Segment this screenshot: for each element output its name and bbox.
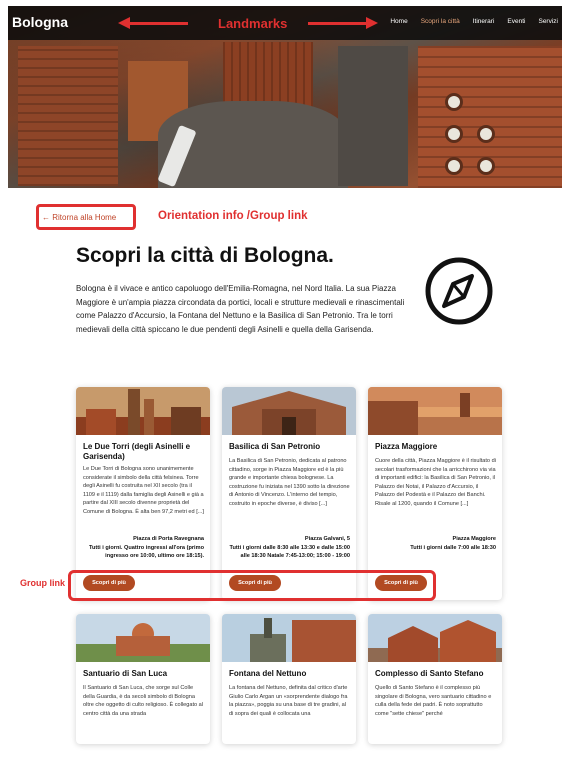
card-description: La fontana del Nettuno, definita dal cri… bbox=[229, 685, 348, 717]
card-description: La Basilica di San Petronio, dedicata al… bbox=[229, 458, 350, 507]
card-description: Quello di Santo Stefano è il complesso p… bbox=[375, 685, 492, 717]
card-description: Il Santuario di San Luca, che sorge sul … bbox=[83, 685, 204, 717]
annotation-orientation: Orientation info /Group link bbox=[158, 210, 308, 222]
hero-window bbox=[480, 128, 492, 140]
hero-window bbox=[448, 96, 460, 108]
navbar: Bologna Landmarks Home Scopri la città I… bbox=[8, 6, 562, 40]
compass-icon bbox=[425, 257, 493, 325]
card-san-petronio: Basilica di San Petronio La Basilica di … bbox=[222, 387, 356, 600]
annotation-group-link: Group link bbox=[20, 578, 65, 588]
card-santo-stefano: Complesso di Santo Stefano Quello di San… bbox=[368, 614, 502, 744]
nav-item-home[interactable]: Home bbox=[390, 18, 407, 25]
card-description: Le Due Torri di Bologna sono unanimement… bbox=[83, 466, 204, 515]
intro-text: Bologna è il vivace e antico capoluogo d… bbox=[76, 284, 405, 334]
nav-item-scopri-la-citta[interactable]: Scopri la città bbox=[421, 18, 460, 25]
hero-building bbox=[18, 46, 118, 186]
card-title: Piazza Maggiore bbox=[375, 442, 438, 451]
nav-item-eventi[interactable]: Eventi bbox=[507, 18, 525, 25]
page-title: Scopri la città di Bologna. bbox=[76, 244, 334, 267]
main-nav: Home Scopri la città Itinerari Eventi Se… bbox=[390, 18, 558, 25]
card-title: Le Due Torri (degli Asinelli e Garisenda… bbox=[83, 442, 191, 461]
card-address: Piazza Galvani, 5 bbox=[304, 536, 350, 542]
annotation-arrow-left-icon bbox=[118, 17, 188, 29]
card-image-piazza-maggiore bbox=[368, 387, 502, 435]
card-title: Basilica di San Petronio bbox=[229, 442, 321, 451]
card-title: Santuario di San Luca bbox=[83, 669, 168, 678]
nav-item-servizi[interactable]: Servizi bbox=[538, 18, 558, 25]
annotation-landmarks: Landmarks bbox=[218, 16, 288, 31]
hero-building bbox=[338, 46, 408, 186]
card-san-luca: Santuario di San Luca Il Santuario di Sa… bbox=[76, 614, 210, 744]
annotation-arrow-right-icon bbox=[308, 17, 378, 29]
card-address: Piazza Maggiore bbox=[452, 536, 496, 542]
brand-logo[interactable]: Bologna bbox=[12, 14, 68, 30]
hero-window bbox=[448, 160, 460, 172]
nav-item-itinerari[interactable]: Itinerari bbox=[473, 18, 495, 25]
card-image-due-torri bbox=[76, 387, 210, 435]
card-piazza-maggiore: Piazza Maggiore Cuore della città, Piazz… bbox=[368, 387, 502, 600]
card-description: Cuore della città, Piazza Maggiore è il … bbox=[375, 458, 496, 507]
card-hours: Tutti i giorni dalle 7:00 alle 18:30 bbox=[410, 545, 496, 551]
card-title: Complesso di Santo Stefano bbox=[375, 669, 484, 678]
card-image-santo-stefano bbox=[368, 614, 502, 662]
card-due-torri: Le Due Torri (degli Asinelli e Garisenda… bbox=[76, 387, 210, 600]
hero-image: Bologna Landmarks Home Scopri la città I… bbox=[8, 6, 562, 188]
card-hours: Tutti i giorni. Quattro ingressi all'ora… bbox=[89, 545, 204, 559]
hero-window bbox=[448, 128, 460, 140]
card-image-san-petronio bbox=[222, 387, 356, 435]
card-title: Fontana del Nettuno bbox=[229, 669, 307, 678]
hero-window bbox=[480, 160, 492, 172]
back-to-home-link[interactable]: ← Ritorna alla Home bbox=[42, 213, 116, 222]
card-image-nettuno bbox=[222, 614, 356, 662]
card-image-san-luca bbox=[76, 614, 210, 662]
card-address: Piazza di Porta Ravegnana bbox=[133, 536, 204, 542]
card-hours: Tutti i giorni dalle 8:30 alle 13:30 e d… bbox=[229, 545, 350, 559]
annotation-box-group-link bbox=[68, 570, 436, 601]
card-nettuno: Fontana del Nettuno La fontana del Nettu… bbox=[222, 614, 356, 744]
